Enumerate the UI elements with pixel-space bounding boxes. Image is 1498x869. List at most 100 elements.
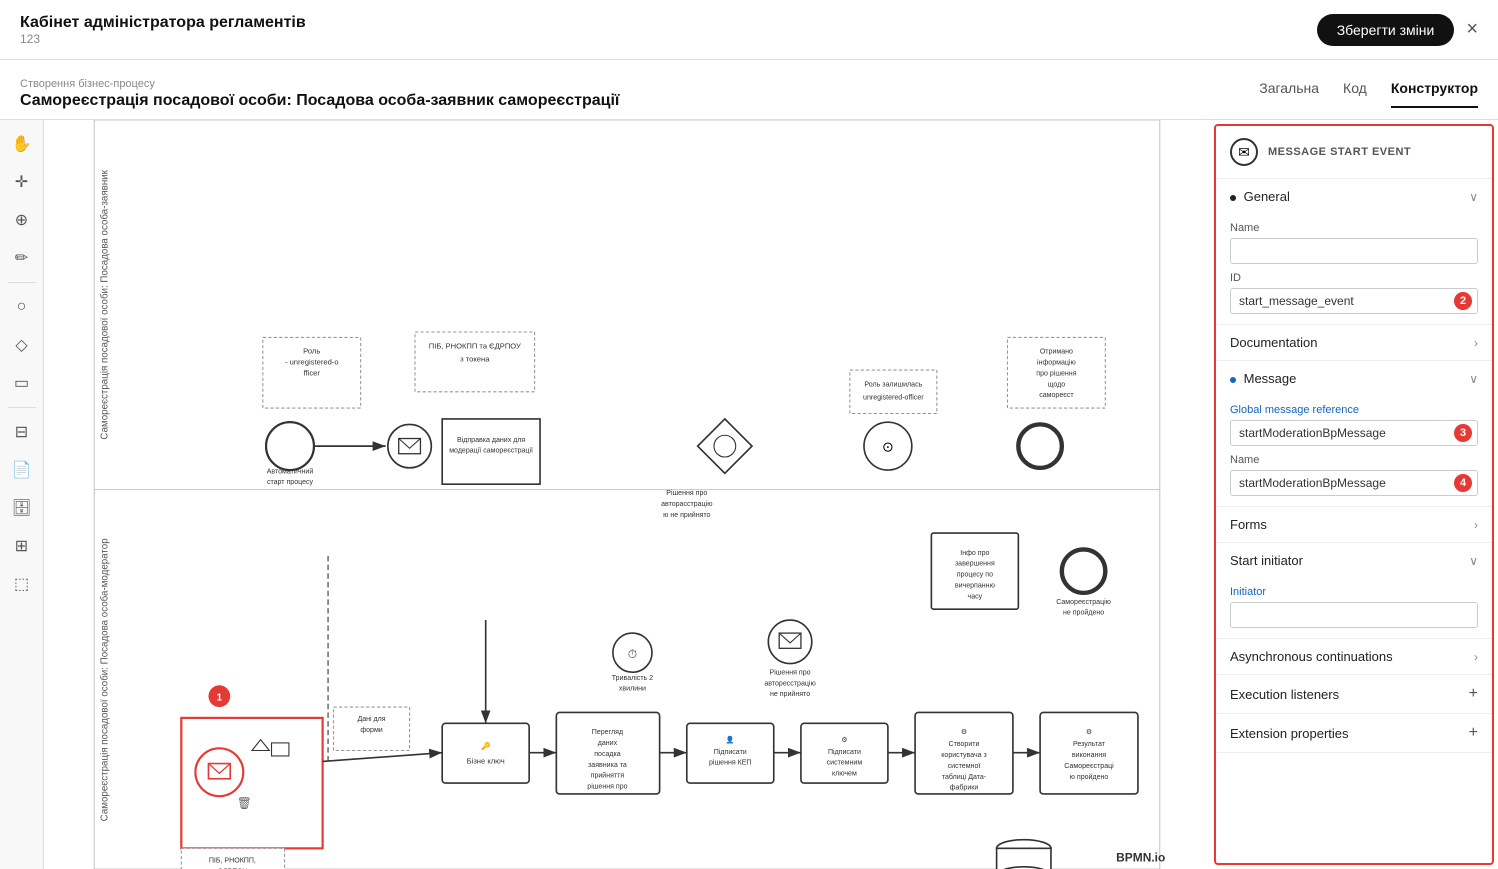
section-start-initiator-header[interactable]: Start initiator ∨ [1216,543,1492,578]
svg-text:⊙: ⊙ [882,439,894,455]
id-label: ID [1230,272,1478,284]
svg-text:Перегляд: Перегляд [592,729,623,736]
section-async-header[interactable]: Asynchronous continuations › [1216,639,1492,674]
section-start-initiator: Start initiator ∨ Initiator [1216,543,1492,639]
connect-tool[interactable]: ⊕ [6,204,38,236]
svg-text:самореєст: самореєст [1039,392,1074,399]
section-documentation-header[interactable]: Documentation › [1216,325,1492,360]
message-name-badge: 4 [1454,474,1472,492]
section-general-body: Name ID 2 [1216,222,1492,324]
rectangle-tool[interactable]: ▭ [6,367,38,399]
svg-text:з токена: з токена [460,354,490,363]
execution-listeners-add-icon[interactable]: + [1469,685,1478,703]
svg-text:unregistered-officer: unregistered-officer [863,394,924,401]
initiator-label: Initiator [1230,586,1478,598]
svg-text:рішення про: рішення про [587,783,627,791]
svg-text:Відправка даних для: Відправка даних для [457,436,525,444]
tab-general[interactable]: Загальна [1259,80,1319,108]
svg-text:ПІБ, РНОКПП,: ПІБ, РНОКПП, [209,857,256,864]
bpmn-diagram: Самореєстрація посадової особи: Посадова… [44,120,1210,869]
section-general-header[interactable]: General ∨ [1216,179,1492,214]
section-async: Asynchronous continuations › [1216,639,1492,675]
dotted-tool[interactable]: ⬚ [6,568,38,600]
save-button[interactable]: Зберегти зміни [1317,14,1455,46]
svg-text:ю не прийнято: ю не прийнято [663,511,710,519]
svg-text:Самореєстраці: Самореєстраці [1064,762,1114,770]
section-message-header[interactable]: Message ∨ [1216,361,1492,396]
svg-text:- unregistered-o: - unregistered-o [285,358,339,367]
svg-text:🗑: 🗑 [237,796,252,810]
close-button[interactable]: × [1466,18,1478,41]
lane-tool[interactable]: ⊞ [6,530,38,562]
right-panel: ✉ MESSAGE START EVENT General ∨ Name ID [1214,124,1494,865]
global-message-badge: 3 [1454,424,1472,442]
hand-tool[interactable]: ✋ [6,128,38,160]
svg-text:модерації самореєстрації: модерації самореєстрації [449,447,533,455]
svg-text:1: 1 [217,693,223,704]
svg-text:хвилини: хвилини [619,686,646,693]
svg-text:ю пройдено: ю пройдено [1070,773,1109,781]
svg-text:Інфо про: Інфо про [960,550,989,557]
general-dot [1230,195,1236,201]
message-name-label: Name [1230,454,1478,466]
message-icon: ✉ [1238,144,1250,161]
chevron-down-icon: ∨ [1469,190,1478,204]
svg-text:вичерпанню: вичерпанню [955,582,995,589]
global-message-reference-label: Global message reference [1230,404,1478,416]
svg-text:процесу по: процесу по [957,572,993,579]
tab-code[interactable]: Код [1343,80,1367,108]
app-title: Кабінет адміністратора регламентів [20,14,306,32]
svg-text:старт процесу: старт процесу [267,479,314,486]
name-input[interactable] [1230,238,1478,264]
section-message-label: Message [1230,371,1296,386]
initiator-chevron-icon: ∨ [1469,554,1478,568]
tab-constructor[interactable]: Конструктор [1391,80,1478,108]
file-tool[interactable]: 📄 [6,454,38,486]
svg-text:даних: даних [598,740,618,747]
panel-header-icon: ✉ [1230,138,1258,166]
svg-text:інформацію: інформацію [1037,359,1076,367]
page-title: Самореєстрація посадової особи: Посадова… [20,92,619,110]
initiator-input[interactable] [1230,602,1478,628]
message-name-input[interactable] [1230,470,1478,496]
header: Кабінет адміністратора регламентів 123 З… [0,0,1498,60]
main-area: ✋ ✛ ⊕ ✏ ○ ◇ ▭ ⊟ 📄 🗄 ⊞ ⬚ Самореєстрація п… [0,120,1498,869]
diamond-tool[interactable]: ◇ [6,329,38,361]
svg-text:про рішення: про рішення [1036,369,1076,377]
svg-text:Самореєстрація посадової особи: Самореєстрація посадової особи: Посадова… [99,538,110,822]
draw-tool[interactable]: ✏ [6,242,38,274]
svg-text:⚙: ⚙ [1086,728,1092,736]
subprocess-tool[interactable]: ⊟ [6,416,38,448]
extension-properties-add-icon[interactable]: + [1469,724,1478,742]
panel-header: ✉ MESSAGE START EVENT [1216,126,1492,179]
svg-text:fficer: fficer [304,368,321,377]
nav-left: Створення бізнес-процесу Самореєстрація … [20,78,619,110]
id-field-wrapper: 2 [1230,288,1478,314]
move-tool[interactable]: ✛ [6,166,38,198]
svg-text:⚙: ⚙ [961,728,967,736]
id-input[interactable] [1230,288,1478,314]
global-message-reference-select[interactable]: startModerationBpMessage [1230,420,1478,446]
database-tool[interactable]: 🗄 [6,492,38,524]
svg-text:фабрики: фабрики [950,784,979,792]
nav-tabs: Загальна Код Конструктор [1259,68,1478,119]
diagram-canvas[interactable]: Самореєстрація посадової особи: Посадова… [44,120,1210,869]
svg-text:Самореєстрація посадової особи: Самореєстрація посадової особи: Посадова… [99,169,110,439]
breadcrumb: Створення бізнес-процесу [20,78,619,90]
section-forms-header[interactable]: Forms › [1216,507,1492,542]
svg-text:виконання: виконання [1072,752,1106,759]
svg-text:Створити: Створити [949,741,980,748]
message-chevron-icon: ∨ [1469,372,1478,386]
section-extension-properties[interactable]: Extension properties + [1216,714,1492,753]
svg-text:👤: 👤 [726,735,735,744]
svg-text:Автоматичний: Автоматичний [267,467,314,475]
async-arrow-icon: › [1474,650,1478,664]
arrow-right-icon: › [1474,336,1478,350]
section-documentation: Documentation › [1216,325,1492,361]
section-async-label: Asynchronous continuations [1230,649,1393,664]
toolbar: ✋ ✛ ⊕ ✏ ○ ◇ ▭ ⊟ 📄 🗄 ⊞ ⬚ [0,120,44,869]
svg-text:авторесстрацію: авторесстрацію [764,679,815,687]
svg-text:рішення КЕП: рішення КЕП [709,759,751,767]
section-execution-listeners[interactable]: Execution listeners + [1216,675,1492,714]
circle-tool[interactable]: ○ [6,291,38,323]
